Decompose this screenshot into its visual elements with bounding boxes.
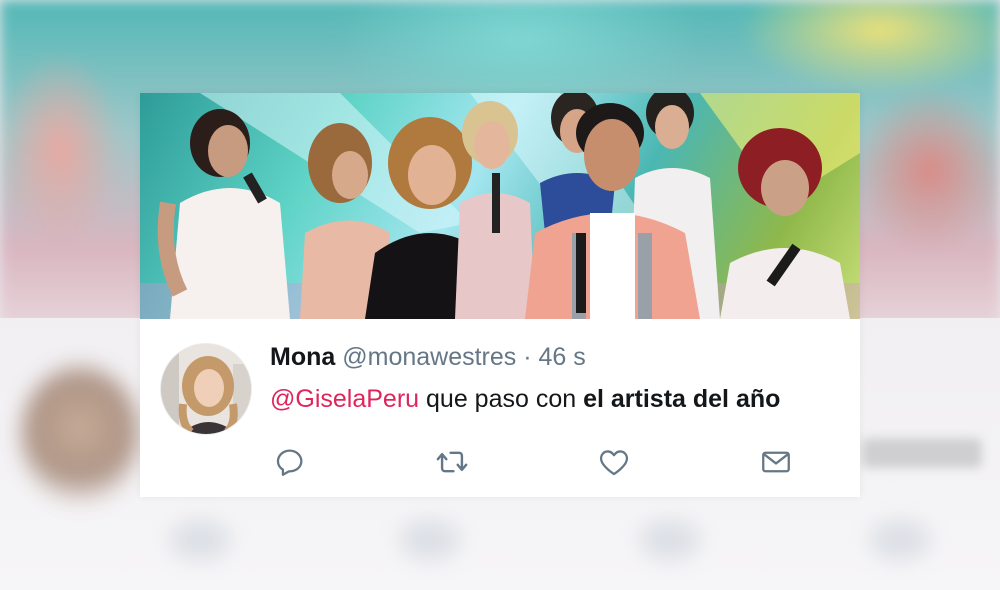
blurred-icon: [870, 520, 930, 560]
tweet-photo[interactable]: [140, 93, 860, 319]
mention-link[interactable]: @GiselaPeru: [270, 385, 419, 413]
reply-icon: [276, 449, 303, 476]
retweet-icon: [436, 451, 468, 473]
user-handle[interactable]: @monawestres: [342, 343, 516, 371]
avatar-image: [161, 344, 251, 434]
tweet-actions: [270, 442, 830, 482]
retweet-button[interactable]: [432, 442, 472, 482]
tweet-text: @GiselaPeru que paso con el artista del …: [270, 385, 780, 414]
tweet-header: Mona @monawestres · 46 s: [270, 343, 586, 372]
blurred-avatar: [20, 365, 140, 505]
tweet-timestamp[interactable]: 46 s: [539, 343, 586, 371]
tweet-text-bold: el artista del año: [583, 385, 781, 413]
like-button[interactable]: [594, 442, 634, 482]
tweet-body: Mona @monawestres · 46 s @GiselaPeru que…: [140, 319, 860, 497]
blurred-icon: [170, 520, 230, 560]
tweet-text-plain: que paso con: [426, 385, 577, 413]
blurred-bar: [862, 438, 982, 468]
user-avatar[interactable]: [160, 343, 252, 435]
direct-message-icon: [762, 451, 790, 473]
blurred-icon: [640, 520, 700, 560]
stage-photo-illustration: [140, 93, 860, 319]
header-separator: ·: [523, 343, 532, 371]
reply-button[interactable]: [270, 442, 310, 482]
blurred-icon: [400, 520, 460, 560]
display-name[interactable]: Mona: [270, 343, 335, 371]
like-icon: [599, 450, 629, 476]
direct-message-button[interactable]: [756, 442, 796, 482]
tweet-card: Mona @monawestres · 46 s @GiselaPeru que…: [140, 93, 860, 497]
